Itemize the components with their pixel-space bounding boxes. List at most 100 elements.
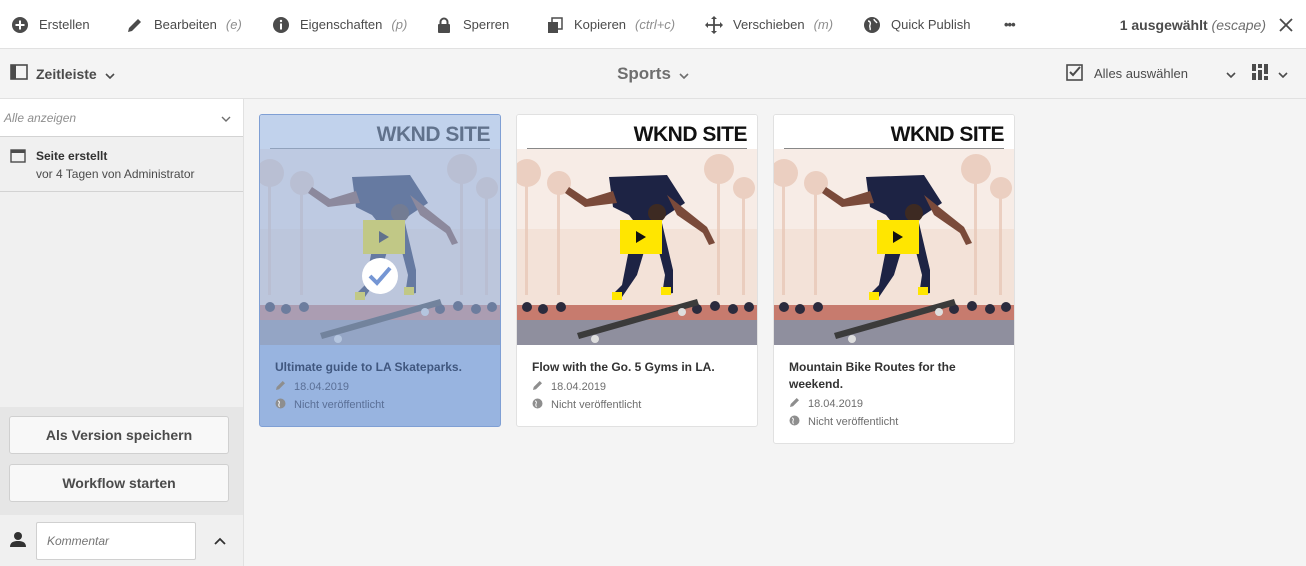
card-publish-status: Nicht veröffentlicht [532, 398, 742, 412]
card-title: Flow with the Go. 5 Gyms in LA. [532, 360, 715, 374]
edit-label: Bearbeiten [154, 17, 217, 32]
page-card[interactable]: WKND SITE Mountain Bike Routes for the w… [773, 114, 1015, 444]
edit-shortcut: (e) [225, 17, 242, 32]
card-info: Mountain Bike Routes for the weekend. 18… [774, 345, 1014, 443]
more-icon: ••• [1004, 17, 1016, 32]
card-status: Nicht veröffentlicht [808, 416, 899, 428]
pencil-icon [125, 15, 145, 35]
create-label: Erstellen [39, 17, 90, 32]
more-button[interactable]: ••• [1004, 0, 1016, 49]
card-info: Flow with the Go. 5 Gyms in LA. 18.04.20… [517, 345, 757, 426]
copy-button[interactable]: Kopieren (ctrl+c) [545, 0, 675, 49]
card-publish-status: Nicht veröffentlicht [789, 415, 999, 429]
rail-icon [10, 64, 28, 83]
select-all-button[interactable]: Alles auswählen [1066, 49, 1236, 98]
lock-button[interactable]: Sperren [434, 0, 509, 49]
close-selection-icon[interactable] [1266, 0, 1306, 49]
card-title: Ultimate guide to LA Skateparks. [275, 360, 462, 374]
properties-label: Eigenschaften [300, 17, 383, 32]
card-modified: 18.04.2019 [275, 380, 485, 394]
start-workflow-button[interactable]: Workflow starten [9, 464, 229, 502]
card-date: 18.04.2019 [294, 381, 350, 393]
chevron-down-icon [1278, 66, 1288, 81]
chevron-down-icon [105, 66, 115, 82]
copy-label: Kopieren [574, 17, 627, 32]
chevron-down-icon [221, 111, 231, 125]
globe-icon [532, 398, 543, 412]
card-date: 18.04.2019 [551, 381, 607, 393]
rail-label: Zeitleiste [36, 65, 97, 82]
copy-shortcut: (ctrl+c) [635, 17, 676, 32]
lock-label: Sperren [463, 17, 510, 32]
page-card[interactable]: WKND SITE Ultimate guide to LA Skatepark… [259, 114, 501, 427]
card-view-icon [1252, 64, 1268, 83]
selection-count: 1 ausgewählt (escape) [1120, 17, 1266, 33]
brand-mark: WKND SITE [891, 123, 1005, 146]
page-card[interactable]: WKND SITE Flow with the Go. 5 Gyms in LA… [516, 114, 758, 427]
move-button[interactable]: Verschieben (m) [704, 0, 833, 49]
edit-button[interactable]: Bearbeiten (e) [125, 0, 242, 49]
card-publish-status: Nicht veröffentlicht [275, 398, 485, 412]
card-thumbnail: WKND SITE [517, 115, 757, 345]
quick-publish-button[interactable]: Quick Publish [862, 0, 970, 49]
card-info: Ultimate guide to LA Skateparks. 18.04.2… [260, 345, 500, 426]
selection-count-label: 1 ausgewählt [1119, 16, 1208, 33]
comment-row [0, 515, 243, 566]
timeline-entry-title: Seite erstellt [36, 149, 108, 163]
card-grid: WKND SITE Ultimate guide to LA Skatepark… [244, 99, 1306, 566]
selection-overlay [260, 115, 500, 345]
quick-publish-label: Quick Publish [891, 17, 971, 32]
card-title: Mountain Bike Routes for the weekend. [789, 360, 956, 391]
skateboarder-image: WKND SITE [774, 115, 1014, 345]
page-title-label[interactable]: Sports [617, 64, 671, 84]
properties-button[interactable]: Eigenschaften (p) [271, 0, 407, 49]
brand-mark: WKND SITE [634, 123, 748, 146]
lock-icon [434, 15, 454, 35]
move-label: Verschieben [733, 17, 805, 32]
timeline-filter-value: Alle anzeigen [4, 110, 77, 125]
card-thumbnail: WKND SITE [260, 115, 500, 345]
skateboarder-image: WKND SITE [260, 115, 500, 345]
chevron-down-icon[interactable] [679, 64, 689, 84]
action-bar: Zeitleiste Sports Alles auswählen [0, 49, 1306, 99]
properties-shortcut: (p) [391, 17, 408, 32]
checkbox-icon [1066, 63, 1084, 84]
page-icon [10, 149, 26, 166]
checkmark-icon[interactable] [362, 258, 398, 294]
timeline-entry[interactable]: Seite erstellt vor 4 Tagen von Administr… [0, 137, 243, 192]
card-modified: 18.04.2019 [532, 380, 742, 394]
selection-status: 1 ausgewählt (escape) [1120, 0, 1306, 49]
move-shortcut: (m) [813, 17, 834, 32]
selection-escape-hint: (escape) [1211, 16, 1266, 33]
rail-toggle[interactable]: Zeitleiste [10, 49, 115, 98]
copy-icon [545, 15, 565, 35]
timeline-rail: Alle anzeigen Seite erstellt vor 4 Tagen… [0, 99, 244, 566]
pencil-icon [789, 397, 800, 411]
skateboarder-image: WKND SITE [517, 115, 757, 345]
chevron-down-icon [1226, 66, 1236, 81]
select-all-label: Alles auswählen [1094, 66, 1188, 81]
timeline-actions: Als Version speichern Workflow starten [0, 407, 243, 515]
timeline-entry-subtitle: vor 4 Tagen von Administrator [36, 167, 195, 181]
save-version-button[interactable]: Als Version speichern [9, 416, 229, 454]
pencil-icon [532, 380, 543, 394]
action-toolbar: Erstellen Bearbeiten (e) Eigenschaften (… [0, 0, 1306, 49]
view-switcher[interactable] [1252, 49, 1288, 98]
globe-icon [862, 15, 882, 35]
comment-input[interactable] [36, 521, 196, 560]
pencil-icon [275, 380, 286, 394]
timeline-filter[interactable]: Alle anzeigen [0, 99, 243, 137]
card-status: Nicht veröffentlicht [551, 399, 642, 411]
card-thumbnail: WKND SITE [774, 115, 1014, 345]
globe-icon [789, 415, 800, 429]
card-date: 18.04.2019 [808, 398, 864, 410]
info-icon [271, 15, 291, 35]
chevron-up-icon[interactable] [214, 533, 226, 548]
add-circle-icon [10, 15, 30, 35]
globe-icon [275, 398, 286, 412]
create-button[interactable]: Erstellen [10, 0, 90, 49]
card-modified: 18.04.2019 [789, 397, 999, 411]
user-icon [10, 531, 26, 550]
card-status: Nicht veröffentlicht [294, 399, 385, 411]
move-arrows-icon [704, 15, 724, 35]
